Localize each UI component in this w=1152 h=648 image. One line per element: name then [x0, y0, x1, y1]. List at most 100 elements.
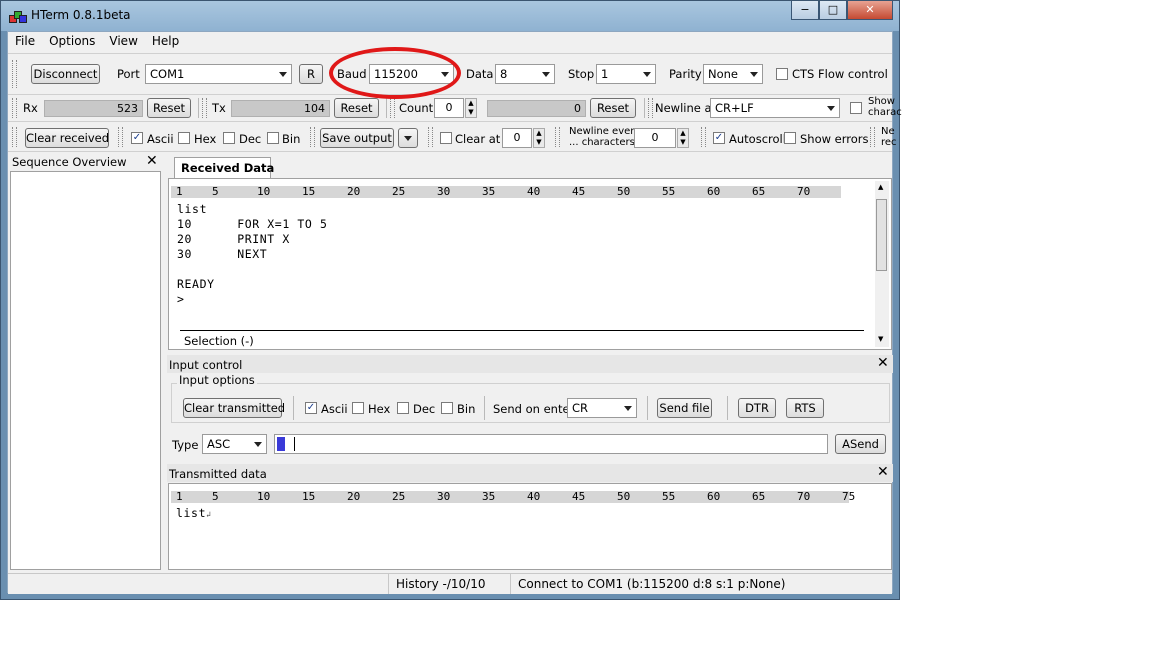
save-output-menu-button[interactable] — [398, 128, 418, 148]
scroll-up-icon[interactable]: ▲ — [878, 183, 883, 191]
minimize-button[interactable]: − — [791, 1, 819, 20]
toolbar-grip[interactable] — [701, 127, 706, 147]
input-hex-checkbox[interactable] — [352, 402, 364, 414]
chevron-down-icon — [624, 406, 632, 411]
stop-bits-select[interactable]: 1 — [596, 64, 656, 84]
input-hex-label: Hex — [368, 402, 391, 416]
tx-reset-button[interactable]: Reset — [334, 98, 379, 118]
type-select[interactable]: ASC — [202, 434, 267, 454]
ruler-tick-label: 60 — [707, 490, 721, 503]
received-text-line: list — [177, 202, 208, 216]
toolbar-grip[interactable] — [428, 127, 433, 147]
tab-received-data[interactable]: Received Data — [174, 157, 274, 178]
toolbar-grip[interactable] — [12, 98, 17, 118]
ruler-tick-label: 40 — [527, 490, 541, 503]
refresh-ports-button[interactable]: R — [299, 64, 323, 84]
hex-checkbox[interactable] — [178, 132, 190, 144]
newline-every-spinbox[interactable]: 0 — [634, 128, 676, 148]
menu-options[interactable]: Options — [42, 32, 102, 52]
transmitted-data-view[interactable]: 1 5 10 15 20 25 30 35 40 45 50 55 60 65 70 75 list↲ — [168, 483, 892, 570]
sequence-overview-list[interactable] — [10, 171, 161, 570]
transmitted-data-title: Transmitted data — [169, 467, 267, 481]
close-icon[interactable]: ✕ — [146, 153, 158, 169]
ascii-checkbox[interactable]: ✓ — [131, 132, 143, 144]
window-title: HTerm 0.8.1beta — [31, 8, 131, 22]
newline-every-stepper[interactable]: ▲ ▼ — [677, 128, 689, 148]
port-select[interactable]: COM1 — [145, 64, 292, 84]
rx-reset-button[interactable]: Reset — [147, 98, 191, 118]
close-button[interactable]: ✕ — [847, 1, 893, 20]
received-text-line: 10 FOR X=1 TO 5 — [177, 217, 328, 231]
clear-at-stepper[interactable]: ▲ ▼ — [533, 128, 545, 148]
input-dec-checkbox[interactable] — [397, 402, 409, 414]
autoscroll-checkbox[interactable]: ✓ — [713, 132, 725, 144]
send-button[interactable]: ASend — [835, 434, 886, 454]
count-spinbox[interactable]: 0 — [434, 98, 464, 118]
counters-toolbar: Rx 523 Reset Tx 104 Reset Count 0 ▲ ▼ 0 R… — [8, 95, 902, 122]
count-reset-button[interactable]: Reset — [590, 98, 636, 118]
input-bin-checkbox[interactable] — [441, 402, 453, 414]
dtr-button[interactable]: DTR — [738, 398, 776, 418]
dec-checkbox[interactable] — [223, 132, 235, 144]
input-options-group: Input options Clear transmitted ✓ Ascii … — [171, 373, 890, 423]
menu-help[interactable]: Help — [145, 32, 186, 52]
send-on-enter-select[interactable]: CR — [567, 398, 637, 418]
received-data-view[interactable]: 1 5 10 15 20 25 30 35 40 45 50 55 60 65 70 list 10 FOR … — [168, 178, 892, 350]
clear-transmitted-button[interactable]: Clear transmitted — [183, 398, 285, 418]
parity-select[interactable]: None — [703, 64, 763, 84]
separator — [484, 396, 485, 420]
close-icon[interactable]: ✕ — [877, 464, 889, 480]
stop-bits-label: Stop — [568, 67, 595, 81]
clear-at-spinbox[interactable]: 0 — [502, 128, 532, 148]
scrollbar-thumb[interactable] — [876, 199, 887, 271]
count-label: Count — [399, 101, 434, 115]
toolbar-grip[interactable] — [12, 60, 17, 88]
send-file-button[interactable]: Send file — [657, 398, 712, 418]
disconnect-button[interactable]: Disconnect — [31, 64, 100, 84]
data-bits-value: 8 — [500, 67, 508, 81]
toolbar-grip[interactable] — [202, 98, 207, 118]
clear-at-checkbox[interactable] — [440, 132, 452, 144]
show-errors-label: Show errors — [800, 132, 869, 146]
truncated-label-2: rec — [881, 137, 897, 148]
input-text-field[interactable] — [274, 434, 828, 454]
toolbar-grip[interactable] — [870, 127, 875, 147]
save-output-button[interactable]: Save output — [320, 128, 394, 148]
rx-label: Rx — [23, 101, 38, 115]
maximize-button[interactable]: □ — [819, 1, 847, 20]
bin-checkbox[interactable] — [267, 132, 279, 144]
newline-at-select[interactable]: CR+LF — [710, 98, 840, 118]
client-area: File Options View Help Disconnect Port C… — [7, 31, 902, 594]
toolbar-grip[interactable] — [390, 98, 395, 118]
title-bar[interactable]: HTerm 0.8.1beta − □ ✕ — [1, 1, 899, 31]
show-characters-checkbox[interactable] — [850, 102, 862, 114]
received-text-line: 30 NEXT — [177, 247, 268, 261]
toolbar-grip[interactable] — [310, 127, 315, 147]
show-errors-checkbox[interactable] — [784, 132, 796, 144]
toolbar-grip[interactable] — [118, 127, 123, 147]
scroll-down-icon[interactable]: ▼ — [878, 335, 883, 343]
toolbar-grip[interactable] — [12, 127, 17, 147]
ruler-tick-label: 75 — [842, 490, 856, 503]
status-bar: History -/10/10 Connect to COM1 (b:11520… — [8, 573, 892, 594]
rts-button[interactable]: RTS — [786, 398, 824, 418]
separator — [647, 396, 648, 420]
chevron-down-icon — [750, 72, 758, 77]
close-icon[interactable]: ✕ — [877, 355, 889, 371]
newline-every-label-1: Newline every — [569, 126, 641, 137]
port-label: Port — [117, 67, 140, 81]
menu-view[interactable]: View — [102, 32, 144, 52]
data-bits-select[interactable]: 8 — [495, 64, 555, 84]
input-ascii-checkbox[interactable]: ✓ — [305, 402, 317, 414]
ruler-tick-label: 45 — [572, 490, 586, 503]
toolbar-grip[interactable] — [648, 98, 653, 118]
data-bits-label: Data — [466, 67, 494, 81]
clear-received-button[interactable]: Clear received — [25, 128, 109, 148]
count-stepper[interactable]: ▲ ▼ — [465, 98, 477, 118]
cts-checkbox[interactable] — [776, 68, 788, 80]
toolbar-grip[interactable] — [555, 127, 560, 147]
menu-file[interactable]: File — [8, 32, 42, 52]
highlight-circle-annotation — [329, 47, 461, 99]
hex-label: Hex — [194, 132, 217, 146]
vertical-scrollbar[interactable]: ▲ ▼ — [875, 181, 889, 347]
